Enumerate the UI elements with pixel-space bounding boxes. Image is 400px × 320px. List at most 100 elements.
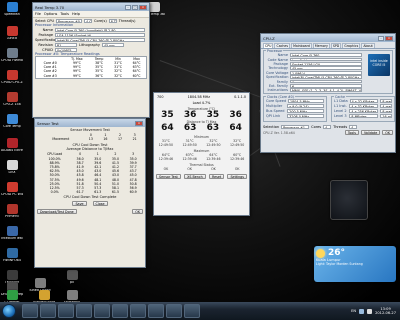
desktop-icon[interactable]: LinX	[2, 160, 22, 175]
field-value: 4 x 32 KBytes	[349, 104, 379, 109]
field-label: Specification	[266, 75, 289, 80]
taskbar-app-icon[interactable]	[130, 304, 146, 318]
taskbar-media-icon[interactable]	[58, 304, 74, 318]
desktop-icon[interactable]: HWiNFO64	[2, 248, 22, 263]
app-icon	[34, 278, 46, 288]
desktop-icon[interactable]: CPUID CPU-Z	[1, 70, 23, 85]
window-title: CPU-Z	[263, 35, 275, 41]
sensor-movement-heading: Sensor Movement Test	[70, 128, 110, 132]
weather-gadget[interactable]: 26° Kuala Lumpur Light: Taylor Morden Su…	[314, 246, 396, 282]
tab-cpu[interactable]: CPU	[263, 43, 274, 48]
realtemp-titlebar[interactable]: Real Temp 3.70 – □ ×	[33, 3, 149, 11]
desktop-icon-label: pil	[70, 281, 74, 284]
table-cell: 17	[118, 137, 123, 142]
validate-button[interactable]: Validate	[360, 130, 381, 135]
desktop-icon[interactable]: AIDA64 Extreme	[1, 138, 23, 153]
weather-description: Light: Taylor Morden Suntang	[316, 262, 363, 266]
tab-caches[interactable]: Caches	[274, 43, 291, 48]
desktop-icon[interactable]: Core Temp	[2, 114, 22, 129]
processor-legend: Processor	[266, 49, 284, 53]
table-cell: 99°C	[72, 73, 81, 78]
taskbar-ie-icon[interactable]	[22, 304, 38, 318]
app-icon	[6, 2, 18, 12]
taskbar-cpuz-icon[interactable]	[166, 304, 182, 318]
cpu-meter-gadget[interactable]	[330, 180, 368, 220]
menu-help[interactable]: Help	[72, 12, 80, 16]
language-indicator[interactable]: EN	[351, 309, 356, 313]
taskbar-realtemp-icon[interactable]	[148, 304, 164, 318]
processor-group: Processor Name Intel Core i5 760 Code Name…	[263, 49, 393, 94]
download-test-button[interactable]: Download/Test Done	[37, 209, 77, 215]
taskbar-explorer-icon[interactable]	[40, 304, 56, 318]
taskbar-app-icon[interactable]	[184, 304, 200, 318]
sensor-test-button[interactable]: Sensor Test	[156, 174, 181, 179]
maximize-button[interactable]: □	[132, 4, 138, 10]
minimize-button[interactable]: –	[125, 4, 131, 10]
close-button[interactable]: ×	[139, 4, 147, 10]
desktop-icon[interactable]: IntelBurnTest	[1, 226, 23, 241]
clock[interactable]: 13:09 2012-06-27	[375, 307, 396, 315]
core-thermal-status: OK	[187, 167, 192, 171]
reset-button[interactable]: Reset	[209, 174, 225, 179]
volume-icon[interactable]	[367, 308, 373, 314]
settings-button[interactable]: Settings	[227, 174, 247, 179]
clock-row: Bus Speed 200.5 MHz	[264, 108, 326, 114]
desktop-icon[interactable]: CPU-Z 158	[2, 92, 22, 107]
menu-options[interactable]: Options	[44, 12, 58, 16]
tab-mainboard[interactable]: Mainboard	[291, 43, 312, 48]
revision-value: B1	[55, 42, 77, 47]
tab-spd[interactable]: SPD	[330, 43, 342, 48]
revision-label: Revision	[38, 42, 53, 47]
ok-button[interactable]: OK	[382, 130, 393, 135]
temperature-table: Tj. Max Temp Min Max Core #0 99°C 38°C 31°C 64°C…	[35, 56, 147, 79]
close-button[interactable]: ×	[135, 120, 143, 126]
taskbar-app-icon[interactable]	[112, 304, 128, 318]
tab-memory[interactable]: Memory	[312, 43, 330, 48]
save-button[interactable]: Save	[72, 201, 87, 207]
app-icon	[6, 248, 18, 258]
selection-dropdown[interactable]: Processor #1	[281, 124, 310, 129]
table-cell: 61.5	[111, 190, 119, 195]
select-cpu-label: Select CPU	[35, 18, 55, 23]
field-label: Package	[273, 61, 288, 66]
desktop-icon[interactable]: Speedfan	[2, 2, 22, 17]
field-value: x 9.0 (9-24)	[287, 104, 324, 109]
select-cpu-dropdown[interactable]: Processor #0	[56, 18, 83, 23]
core-thermal-status: OK	[234, 167, 240, 171]
ok-button[interactable]: OK	[132, 209, 143, 215]
taskbar-firefox-icon[interactable]	[76, 304, 92, 318]
xs-bench-button[interactable]: XS Bench	[184, 174, 206, 179]
table-cell: 61.3	[94, 190, 102, 195]
desktop-icon[interactable]: pil	[62, 270, 82, 285]
tools-button[interactable]: Tools	[344, 130, 359, 135]
core-max-time: 12:39:46	[158, 157, 174, 161]
realtemp-window: Real Temp 3.70 – □ × File Options Tools He…	[32, 2, 150, 118]
desktop-icon[interactable]: CPUID HWMon	[1, 48, 23, 63]
app-icon	[6, 226, 18, 236]
menu-file[interactable]: File	[35, 12, 41, 16]
desktop-icon[interactable]: Lunitic	[2, 26, 22, 41]
menu-tools[interactable]: Tools	[60, 12, 69, 16]
desktop-icon[interactable]: CPUID PC Wizard	[1, 182, 23, 197]
tab-about[interactable]: About	[361, 43, 375, 48]
taskbar-app-icon[interactable]	[94, 304, 110, 318]
start-button[interactable]	[2, 304, 16, 318]
cpuz-field-row: Instructions MMX, SSE (1, 2, 3, 3S, 4.1, …	[264, 88, 364, 92]
desktop-icon[interactable]: Prime95	[2, 204, 22, 219]
app-icon	[6, 182, 18, 192]
field-label: Level 3	[334, 113, 347, 118]
table-cell: 60.9	[129, 190, 137, 195]
weather-temperature: 26°	[328, 248, 346, 258]
minimize-button[interactable]: –	[378, 35, 384, 41]
network-icon[interactable]	[359, 308, 365, 314]
close-button[interactable]: ×	[385, 35, 393, 41]
app-icon	[66, 270, 78, 280]
field-label: Ext. Family	[268, 83, 288, 88]
cpuid-value: 0x106E5	[55, 47, 77, 52]
close-button[interactable]: Close	[92, 201, 108, 207]
app-icon	[6, 26, 18, 36]
tab-graphics[interactable]: Graphics	[342, 43, 361, 48]
cpuz-titlebar[interactable]: CPU-Z – ×	[261, 34, 395, 42]
sensor-test-titlebar[interactable]: Sensor Test ×	[35, 119, 145, 127]
threads-value: 8 Thread(s)	[108, 18, 117, 23]
